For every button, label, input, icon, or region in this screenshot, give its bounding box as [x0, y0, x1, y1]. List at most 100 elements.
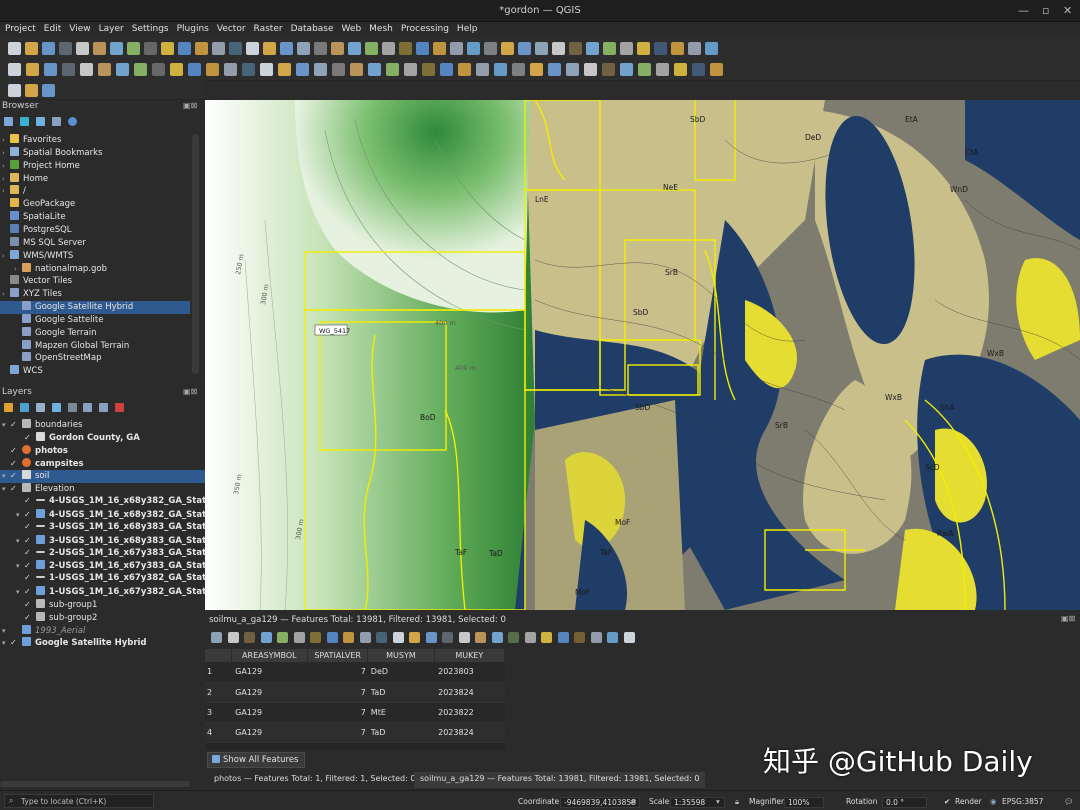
tab-soilmu[interactable]: soilmu_a_ga129 — Features Total: 13981, … [414, 772, 706, 788]
toolbar-button-icon[interactable] [566, 63, 579, 76]
toolbar-button-icon[interactable] [263, 42, 276, 55]
attribute-toolbar-icon[interactable] [524, 632, 536, 643]
attribute-toolbar-icon[interactable] [310, 632, 321, 643]
toolbar-button-icon[interactable] [59, 42, 72, 55]
layer-item[interactable]: ✓ campsites [0, 457, 205, 471]
toolbar-button-icon[interactable] [416, 42, 429, 55]
visibility-icon[interactable] [35, 403, 45, 412]
browser-item[interactable]: Mapzen Global Terrain [0, 339, 190, 353]
toolbar-button-icon[interactable] [552, 42, 565, 55]
toolbar-button-icon[interactable] [134, 63, 147, 76]
attribute-toolbar-icon[interactable] [541, 632, 552, 643]
crs-button[interactable]: EPSG:3857 [1002, 797, 1043, 806]
layer-item[interactable]: ▾✓ 2-USGS_1M_16_x67y383_GA_Statewi [0, 560, 205, 573]
layer-item[interactable]: ✓ photos [0, 444, 205, 458]
layer-item[interactable]: ▾ 1993_Aerial [0, 624, 205, 638]
table-row[interactable]: 1 GA129 7 DeD 2023803 [205, 662, 505, 683]
browser-item[interactable]: › Spatial Bookmarks [0, 146, 190, 160]
attribute-toolbar-icon[interactable] [326, 632, 338, 643]
locate-bar[interactable]: ⌕ Type to locate (Ctrl+K) [4, 794, 154, 808]
layer-item[interactable]: ✓ 4-USGS_1M_16_x68y382_GA_Statewi [0, 496, 205, 509]
browser-item[interactable]: › XYZ Tiles [0, 288, 190, 301]
toolbar-button-icon[interactable] [278, 63, 291, 76]
toolbar-button-icon[interactable] [127, 42, 140, 55]
chevron-down-icon[interactable]: ▾ [2, 472, 10, 480]
collapse-all-icon[interactable] [99, 403, 109, 412]
toolbar-button-icon[interactable] [42, 84, 55, 97]
magnifier-field[interactable]: 100% [784, 797, 824, 808]
visibility-checkbox[interactable]: ✓ [24, 536, 33, 545]
visibility-checkbox[interactable]: ✓ [24, 587, 33, 596]
toolbar-button-icon[interactable] [280, 42, 293, 55]
chevron-down-icon[interactable]: ▾ [16, 537, 24, 545]
attribute-toolbar-icon[interactable] [590, 632, 602, 643]
tab-photos[interactable]: photos — Features Total: 1, Filtered: 1,… [208, 772, 422, 788]
refresh-icon[interactable] [19, 117, 29, 126]
attribute-toolbar-icon[interactable] [211, 632, 222, 643]
chevron-right-icon[interactable]: › [2, 136, 10, 144]
filter-icon[interactable] [35, 117, 45, 126]
toolbar-button-icon[interactable] [476, 63, 489, 76]
visibility-checkbox[interactable]: ✓ [24, 600, 33, 609]
toolbar-button-icon[interactable] [93, 42, 106, 55]
toolbar-button-icon[interactable] [350, 63, 363, 76]
browser-item[interactable]: SpatiaLite [0, 211, 190, 224]
close-icon[interactable]: ✕ [1063, 4, 1072, 17]
toolbar-button-icon[interactable] [246, 42, 259, 55]
maximize-icon[interactable]: ▫ [1042, 4, 1049, 17]
toggle-extents-icon[interactable]: ⇄ [630, 797, 636, 806]
menu-database[interactable]: Database [286, 22, 337, 34]
menu-web[interactable]: Web [337, 22, 365, 34]
panel-float-icon[interactable]: ▣⊠ [1061, 614, 1075, 623]
browser-item[interactable]: › WMS/WMTS [0, 249, 190, 263]
toolbar-button-icon[interactable] [518, 42, 531, 55]
attribute-toolbar-icon[interactable] [491, 632, 503, 643]
toolbar-button-icon[interactable] [386, 63, 399, 76]
layer-item[interactable]: ✓ 1-USGS_1M_16_x67y382_GA_Statewi [0, 573, 205, 586]
toolbar-button-icon[interactable] [170, 63, 183, 76]
toolbar-button-icon[interactable] [242, 63, 255, 76]
chevron-down-icon[interactable]: ▾ [716, 797, 720, 806]
show-all-features-dropdown[interactable]: Show All Features [207, 752, 306, 768]
toolbar-button-icon[interactable] [440, 63, 453, 76]
column-header[interactable]: AREASYMBOL [231, 649, 309, 662]
toolbar-button-icon[interactable] [705, 42, 718, 55]
layer-item[interactable]: ▾ ✓ boundaries [0, 419, 205, 432]
expression-filter-icon[interactable] [67, 403, 77, 412]
browser-item[interactable]: MS SQL Server [0, 236, 190, 250]
chevron-right-icon[interactable]: › [2, 187, 10, 195]
visibility-checkbox[interactable]: ✓ [24, 496, 33, 505]
browser-item[interactable]: Google Satellite Hybrid [0, 301, 190, 315]
layer-item[interactable]: ▾✓ 1-USGS_1M_16_x67y382_GA_Statewi [0, 586, 205, 599]
browser-item[interactable]: › nationalmap.gob [0, 262, 190, 276]
toolbar-button-icon[interactable] [603, 42, 616, 55]
attribute-toolbar-icon[interactable] [392, 632, 404, 643]
browser-scrollbar[interactable] [192, 134, 199, 374]
toolbar-button-icon[interactable] [501, 42, 514, 55]
toolbar-button-icon[interactable] [8, 84, 21, 97]
layer-item[interactable]: ▾ ✓ Elevation [0, 483, 205, 496]
toolbar-button-icon[interactable] [382, 42, 395, 55]
toolbar-button-icon[interactable] [224, 63, 237, 76]
chevron-right-icon[interactable]: › [2, 175, 10, 183]
toolbar-button-icon[interactable] [512, 63, 525, 76]
menu-help[interactable]: Help [452, 22, 481, 34]
layer-item[interactable]: ✓ sub-group2 [0, 611, 205, 625]
browser-item[interactable]: GeoPackage [0, 198, 190, 211]
toolbar-button-icon[interactable] [348, 42, 361, 55]
layer-item[interactable]: ✓ sub-group1 [0, 598, 205, 612]
toolbar-button-icon[interactable] [586, 42, 599, 55]
add-selected-icon[interactable] [4, 117, 13, 126]
layer-item[interactable]: ▾✓ 4-USGS_1M_16_x68y382_GA_Statewi [0, 508, 205, 522]
chevron-right-icon[interactable]: › [2, 252, 10, 260]
attribute-toolbar-icon[interactable] [359, 632, 371, 643]
toolbar-button-icon[interactable] [98, 63, 111, 76]
toolbar-button-icon[interactable] [161, 42, 174, 55]
menu-mesh[interactable]: Mesh [364, 22, 396, 34]
visibility-checkbox[interactable]: ✓ [10, 420, 19, 429]
toolbar-button-icon[interactable] [297, 42, 310, 55]
toolbar-button-icon[interactable] [671, 42, 684, 55]
browser-item[interactable]: WCS [0, 365, 190, 378]
toolbar-button-icon[interactable] [332, 63, 345, 76]
toolbar-button-icon[interactable] [8, 63, 21, 76]
